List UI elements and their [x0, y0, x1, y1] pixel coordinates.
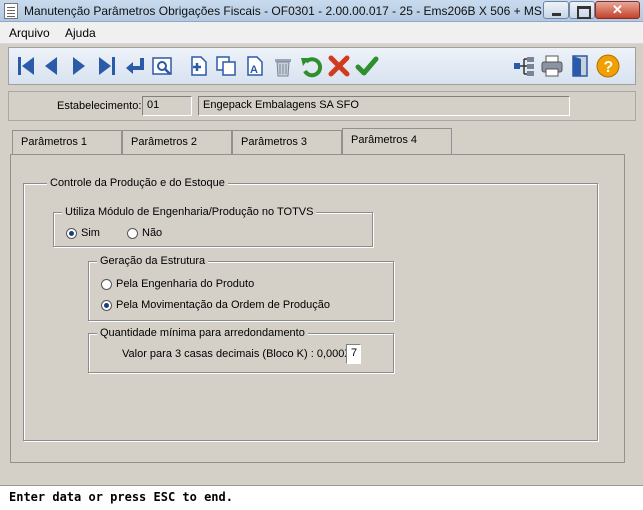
save-icon[interactable] — [355, 54, 379, 78]
prev-icon[interactable] — [39, 54, 63, 78]
controle-title: Controle da Produção e do Estoque — [47, 177, 228, 189]
tab-parametros-4[interactable]: Parâmetros 4 — [342, 128, 452, 154]
radio-movimentacao-label: Pela Movimentação da Ordem de Produção — [116, 299, 331, 311]
last-icon[interactable] — [95, 54, 119, 78]
title-bar: Manutenção Parâmetros Obrigações Fiscais… — [0, 0, 643, 22]
toolbar: A ? — [8, 47, 636, 85]
tab-panel: Controle da Produção e do Estoque Utiliz… — [10, 154, 625, 463]
close-button[interactable]: ✕ — [595, 1, 640, 19]
undo-icon[interactable] — [299, 54, 323, 78]
radio-engenharia[interactable] — [101, 279, 112, 290]
radio-movimentacao[interactable] — [101, 300, 112, 311]
cancel-icon[interactable] — [327, 54, 351, 78]
tab-parametros-1[interactable]: Parâmetros 1 — [12, 130, 122, 154]
modulo-title: Utiliza Módulo de Engenharia/Produção no… — [62, 206, 317, 218]
copy-icon[interactable] — [214, 54, 238, 78]
exit-icon[interactable] — [568, 54, 592, 78]
status-text: Enter data or press ESC to end. — [9, 490, 233, 504]
estrutura-group — [88, 261, 394, 321]
radio-nao-label: Não — [142, 227, 163, 239]
menu-arquivo[interactable]: Arquivo — [9, 26, 50, 40]
close-icon: ✕ — [612, 2, 623, 17]
estabelecimento-code-field[interactable]: 01 — [142, 96, 192, 116]
delete-icon[interactable] — [271, 54, 295, 78]
tab-parametros-2[interactable]: Parâmetros 2 — [122, 130, 232, 154]
edit-icon[interactable]: A — [243, 54, 267, 78]
radio-engenharia-label: Pela Engenharia do Produto — [116, 278, 255, 290]
quantidade-title: Quantidade mínima para arredondamento — [97, 327, 308, 339]
quantidade-field-label: Valor para 3 casas decimais (Bloco K) : … — [122, 348, 355, 360]
minimize-button[interactable] — [543, 1, 569, 19]
svg-text:?: ? — [604, 59, 614, 76]
radio-sim-label: Sim — [81, 227, 100, 239]
svg-text:A: A — [250, 64, 258, 76]
tab-parametros-3[interactable]: Parâmetros 3 — [232, 130, 342, 154]
help-icon[interactable]: ? — [596, 54, 620, 78]
menu-ajuda[interactable]: Ajuda — [65, 26, 96, 40]
print-icon[interactable] — [540, 54, 564, 78]
estabelecimento-label: Estabelecimento: — [57, 100, 142, 112]
add-icon[interactable] — [187, 54, 211, 78]
maximize-button[interactable] — [569, 1, 595, 19]
next-icon[interactable] — [67, 54, 91, 78]
window-title: Manutenção Parâmetros Obrigações Fiscais… — [24, 4, 544, 18]
quantidade-input[interactable]: 7 — [346, 344, 361, 364]
goto-icon[interactable] — [123, 54, 147, 78]
radio-sim[interactable] — [66, 228, 77, 239]
search-icon[interactable] — [151, 54, 175, 78]
first-icon[interactable] — [14, 54, 38, 78]
status-bar: Enter data or press ESC to end. — [0, 485, 643, 510]
estrutura-title: Geração da Estrutura — [97, 255, 209, 267]
menu-bar: Arquivo Ajuda — [0, 22, 643, 44]
relations-icon[interactable] — [512, 54, 536, 78]
app-icon — [4, 3, 18, 19]
radio-nao[interactable] — [127, 228, 138, 239]
estabelecimento-name-field: Engepack Embalagens SA SFO — [198, 96, 570, 116]
establishment-panel: Estabelecimento: 01 Engepack Embalagens … — [8, 91, 636, 121]
